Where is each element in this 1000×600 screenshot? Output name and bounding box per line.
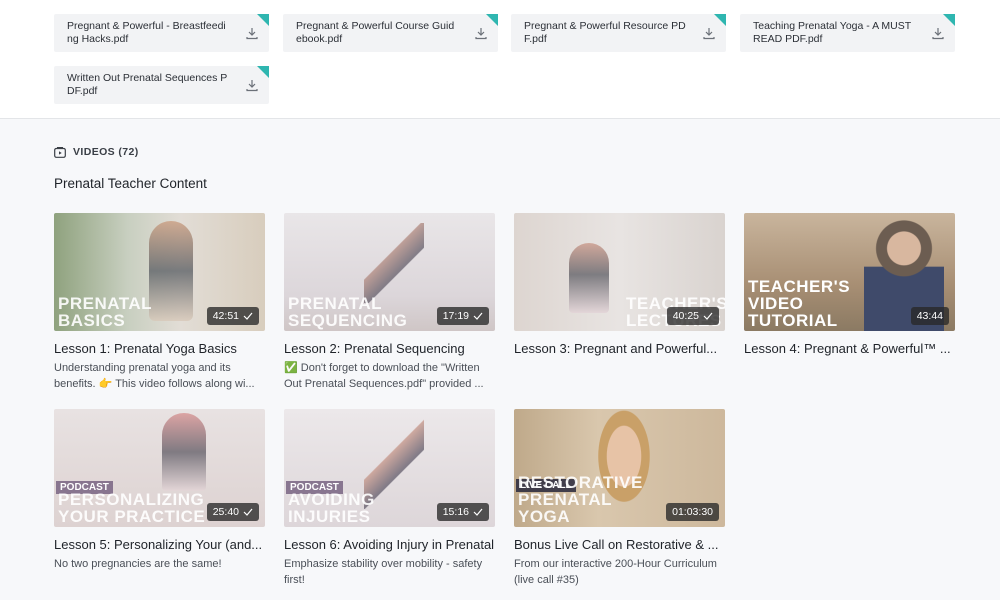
videos-count-label: VIDEOS (72) xyxy=(73,146,139,158)
video-card[interactable]: TEACHER'S LECTURES 40:25 Lesson 3: Pregn… xyxy=(514,213,725,392)
thumbnail-overlay-title: AVOIDING INJURIES xyxy=(288,490,375,526)
video-card[interactable]: PODCAST AVOIDING INJURIES 15:16 Lesson 6… xyxy=(284,409,495,588)
files-section: Pregnant & Powerful - Breastfeeding Hack… xyxy=(0,0,1000,119)
check-icon xyxy=(473,508,483,516)
file-name: Pregnant & Powerful Course Guidebook.pdf xyxy=(296,20,455,45)
file-item[interactable]: Pregnant & Powerful - Breastfeeding Hack… xyxy=(54,14,269,52)
download-icon[interactable] xyxy=(245,26,259,40)
video-thumbnail[interactable]: TEACHER'S LECTURES 40:25 xyxy=(514,213,725,331)
video-card[interactable]: TEACHER'S VIDEO TUTORIAL 43:44 Lesson 4:… xyxy=(744,213,955,392)
video-card[interactable]: PODCAST PERSONALIZING YOUR PRACTICE 25:4… xyxy=(54,409,265,588)
video-description: Emphasize stability over mobility - safe… xyxy=(284,558,483,586)
videos-section: VIDEOS (72) Prenatal Teacher Content PRE… xyxy=(0,119,1000,600)
video-thumbnail[interactable]: PRENATAL BASICS 42:51 xyxy=(54,213,265,331)
duration-badge: 15:16 xyxy=(436,503,489,521)
check-icon xyxy=(473,312,483,320)
videos-header: VIDEOS (72) xyxy=(54,146,139,158)
file-item[interactable]: Pregnant & Powerful Course Guidebook.pdf xyxy=(283,14,498,52)
video-card[interactable]: LIVE CALL RESTORATIVE PRENATAL YOGA 01:0… xyxy=(514,409,725,588)
thumbnail-overlay-title: PERSONALIZING YOUR PRACTICE xyxy=(58,490,206,526)
video-thumbnail[interactable]: PODCAST PERSONALIZING YOUR PRACTICE 25:4… xyxy=(54,409,265,527)
video-description: ✅ Don't forget to download the "Written … xyxy=(284,362,484,390)
duration-badge: 01:03:30 xyxy=(666,503,719,521)
video-title[interactable]: Lesson 5: Personalizing Your (and... xyxy=(54,537,265,552)
video-thumbnail[interactable]: LIVE CALL RESTORATIVE PRENATAL YOGA 01:0… xyxy=(514,409,725,527)
file-item[interactable]: Pregnant & Powerful Resource PDF.pdf xyxy=(511,14,726,52)
duration-badge: 43:44 xyxy=(910,307,949,325)
video-title[interactable]: Lesson 6: Avoiding Injury in Prenatal xyxy=(284,537,495,552)
video-card[interactable]: PRENATAL BASICS 42:51 Lesson 1: Prenatal… xyxy=(54,213,265,392)
video-title[interactable]: Lesson 4: Pregnant & Powerful™ ... xyxy=(744,341,955,356)
thumbnail-overlay-title: TEACHER'S VIDEO TUTORIAL xyxy=(748,277,851,330)
file-name: Written Out Prenatal Sequences PDF.pdf xyxy=(67,72,228,97)
video-thumbnail[interactable]: TEACHER'S VIDEO TUTORIAL 43:44 xyxy=(744,213,955,331)
video-icon xyxy=(54,146,66,158)
file-name: Teaching Prenatal Yoga - A MUST READ PDF… xyxy=(753,20,911,45)
file-corner-icon xyxy=(486,14,498,26)
file-item[interactable]: Written Out Prenatal Sequences PDF.pdf xyxy=(54,66,269,104)
duration-badge: 25:40 xyxy=(206,503,259,521)
video-description: No two pregnancies are the same! xyxy=(54,558,222,570)
video-title[interactable]: Lesson 3: Pregnant and Powerful... xyxy=(514,341,725,356)
duration-badge: 40:25 xyxy=(666,307,719,325)
thumbnail-overlay-title: RESTORATIVE PRENATAL YOGA xyxy=(518,473,643,526)
video-card[interactable]: PRENATAL SEQUENCING 17:19 Lesson 2: Pren… xyxy=(284,213,495,392)
video-description: From our interactive 200-Hour Curriculum… xyxy=(514,558,717,586)
check-icon xyxy=(243,508,253,516)
video-title[interactable]: Lesson 2: Prenatal Sequencing xyxy=(284,341,495,356)
video-title[interactable]: Bonus Live Call on Restorative & ... xyxy=(514,537,725,552)
video-description: Understanding prenatal yoga and its bene… xyxy=(54,362,255,390)
file-corner-icon xyxy=(714,14,726,26)
check-icon xyxy=(243,312,253,320)
section-title: Prenatal Teacher Content xyxy=(54,176,207,191)
video-description xyxy=(744,360,955,392)
file-corner-icon xyxy=(257,66,269,78)
duration-badge: 17:19 xyxy=(436,307,489,325)
video-description xyxy=(514,360,725,392)
file-name: Pregnant & Powerful - Breastfeeding Hack… xyxy=(67,20,226,45)
duration-badge: 42:51 xyxy=(206,307,259,325)
download-icon[interactable] xyxy=(702,26,716,40)
video-title[interactable]: Lesson 1: Prenatal Yoga Basics xyxy=(54,341,265,356)
file-corner-icon xyxy=(943,14,955,26)
file-item[interactable]: Teaching Prenatal Yoga - A MUST READ PDF… xyxy=(740,14,955,52)
download-icon[interactable] xyxy=(474,26,488,40)
thumbnail-overlay-title: PRENATAL SEQUENCING xyxy=(288,294,408,330)
check-icon xyxy=(703,312,713,320)
video-thumbnail[interactable]: PODCAST AVOIDING INJURIES 15:16 xyxy=(284,409,495,527)
file-corner-icon xyxy=(257,14,269,26)
file-name: Pregnant & Powerful Resource PDF.pdf xyxy=(524,20,686,45)
video-thumbnail[interactable]: PRENATAL SEQUENCING 17:19 xyxy=(284,213,495,331)
thumbnail-overlay-title: PRENATAL BASICS xyxy=(58,294,152,330)
download-icon[interactable] xyxy=(931,26,945,40)
download-icon[interactable] xyxy=(245,78,259,92)
